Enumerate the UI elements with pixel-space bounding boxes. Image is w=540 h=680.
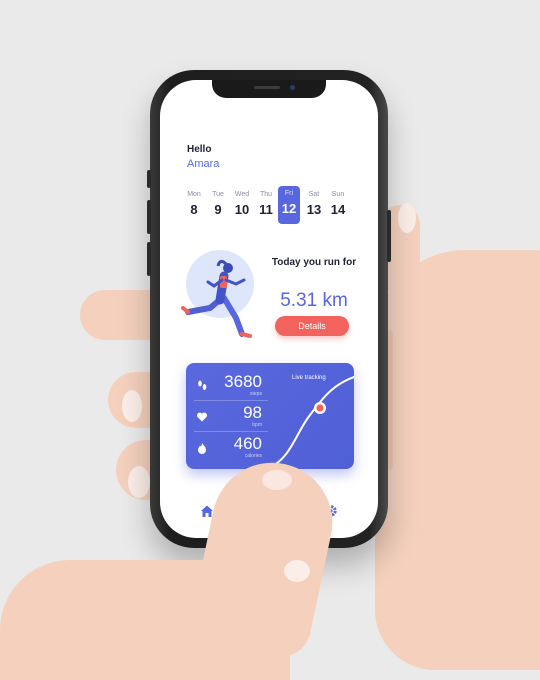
day-date: 12 [281, 201, 297, 216]
day-wed[interactable]: Wed 10 [230, 188, 254, 224]
day-date: 14 [330, 202, 346, 217]
day-mon[interactable]: Mon 8 [182, 188, 206, 224]
run-heading: Today you run for [271, 257, 357, 268]
calories-value: 460 [233, 434, 262, 453]
day-thu[interactable]: Thu 11 [254, 188, 278, 224]
heart-rate-value: 98 [243, 403, 262, 422]
greeting-label: Hello [187, 144, 212, 155]
day-sun[interactable]: Sun 14 [326, 188, 350, 224]
day-date: 10 [234, 202, 250, 217]
phone-notch [212, 80, 326, 98]
stats-card[interactable]: 3680 steps 98 bpm 460 calories Live trac… [186, 363, 354, 469]
run-distance: 5.31 km [280, 290, 348, 311]
right-finger-nail [398, 203, 416, 233]
steps-stat: 3680 steps [186, 372, 272, 402]
steps-unit: steps [250, 391, 262, 397]
day-label: Wed [234, 191, 250, 198]
day-label: Tue [212, 191, 224, 198]
day-date: 8 [190, 202, 198, 217]
live-tracking-route [270, 376, 354, 468]
week-calendar: Mon 8 Tue 9 Wed 10 Thu 11 Fri 12 Sat 13 [182, 186, 362, 224]
day-date: 13 [306, 202, 322, 217]
left-nail-middle [122, 390, 142, 422]
day-label: Mon [187, 191, 201, 198]
left-nail-lower [128, 466, 150, 498]
left-hand-base [0, 560, 290, 680]
runner-illustration [181, 259, 252, 338]
thumb-nail [262, 470, 292, 490]
day-label: Sun [331, 191, 345, 198]
right-hand-palm [375, 250, 540, 670]
day-label: Sat [308, 191, 320, 198]
day-date: 9 [214, 202, 222, 217]
day-label: Fri [284, 190, 294, 197]
day-tue[interactable]: Tue 9 [206, 188, 230, 224]
day-sat[interactable]: Sat 13 [302, 188, 326, 224]
day-date: 11 [259, 202, 273, 217]
flame-icon [198, 443, 206, 454]
user-name: Amara [187, 158, 220, 170]
calories-unit: calories [244, 453, 262, 459]
left-hand-lower-nail [284, 560, 310, 582]
details-button[interactable]: Details [275, 316, 349, 336]
heart-stat: 98 bpm [186, 403, 272, 433]
calories-stat: 460 calories [186, 434, 272, 464]
steps-value: 3680 [224, 372, 262, 391]
footprints-icon [198, 380, 207, 390]
day-fri-selected[interactable]: Fri 12 [278, 186, 300, 224]
heart-icon [196, 412, 208, 422]
day-label: Thu [259, 191, 273, 198]
heart-rate-unit: bpm [252, 422, 262, 428]
